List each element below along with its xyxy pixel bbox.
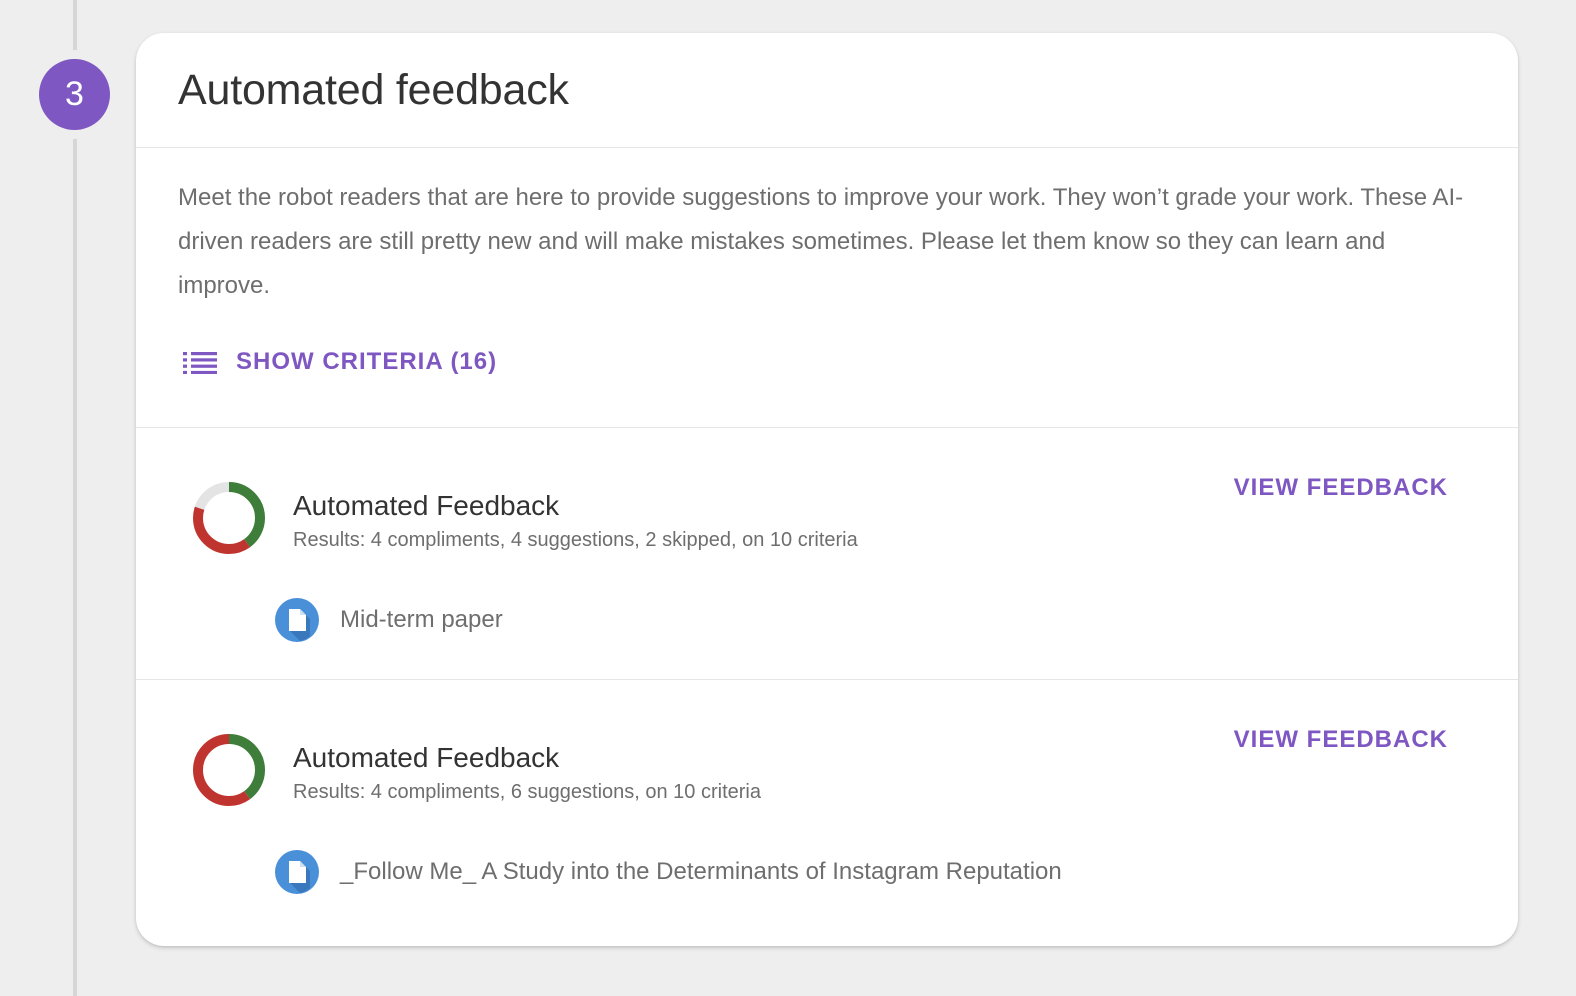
card-intro: Meet the robot readers that are here to …: [136, 148, 1518, 428]
list-icon: [183, 352, 217, 374]
view-feedback-button[interactable]: VIEW FEEDBACK: [1234, 474, 1448, 502]
document-link[interactable]: Mid-term paper: [275, 598, 503, 642]
feedback-item: Automated Feedback Results: 4 compliment…: [136, 680, 1518, 932]
document-icon: [275, 598, 319, 642]
feedback-results: Results: 4 compliments, 4 suggestions, 2…: [293, 529, 858, 551]
document-name: Mid-term paper: [340, 606, 503, 633]
page: 3 Automated feedback Meet the robot read…: [0, 0, 1576, 996]
timeline-line: [73, 0, 77, 996]
feedback-item: Automated Feedback Results: 4 compliment…: [136, 428, 1518, 680]
step-number-badge: 3: [39, 59, 110, 130]
card-header: Automated feedback: [136, 33, 1518, 148]
show-criteria-label: SHOW CRITERIA (16): [236, 348, 498, 375]
view-feedback-button[interactable]: VIEW FEEDBACK: [1234, 726, 1448, 754]
feedback-title: Automated Feedback: [293, 490, 560, 521]
feedback-donut-chart: [193, 734, 265, 806]
show-criteria-button[interactable]: SHOW CRITERIA (16): [182, 348, 497, 376]
feedback-donut-chart: [193, 482, 265, 554]
document-name: _Follow Me_ A Study into the Determinant…: [340, 858, 1062, 885]
feedback-results: Results: 4 compliments, 6 suggestions, o…: [293, 781, 761, 803]
card-title: Automated feedback: [178, 65, 569, 114]
automated-feedback-card: Automated feedback Meet the robot reader…: [136, 33, 1518, 946]
document-icon: [275, 850, 319, 894]
feedback-title: Automated Feedback: [293, 742, 560, 773]
document-link[interactable]: _Follow Me_ A Study into the Determinant…: [275, 850, 1062, 894]
card-description: Meet the robot readers that are here to …: [178, 184, 1464, 299]
